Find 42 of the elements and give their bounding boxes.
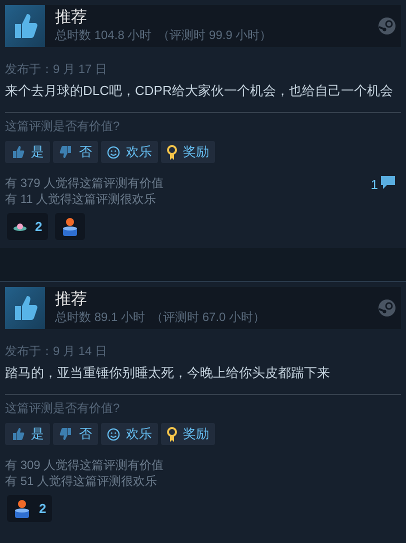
award-ribbon-icon — [167, 426, 177, 442]
speech-bubble-icon — [380, 175, 396, 190]
vote-button[interactable]: 是 — [5, 141, 50, 163]
thumbs-down-icon — [59, 427, 73, 441]
award-chip[interactable] — [55, 213, 86, 240]
vote-button[interactable]: 是 — [5, 423, 50, 445]
comments-link[interactable]: 1 — [370, 175, 396, 207]
smiley-icon — [107, 428, 120, 440]
helpful-question: 这篇评测是否有价值? — [5, 400, 121, 417]
total-hours: 总时数 89.1 小时 — [55, 309, 146, 325]
funny-count: 有 51 人觉得这篇评测很欢乐 — [5, 473, 158, 489]
review-text: 踏马的，亚当重锤你别睡太死，今晚上给你头皮都踹下来 — [5, 364, 331, 382]
vote-button[interactable]: 欢乐 — [101, 141, 158, 163]
helpful-question: 这篇评测是否有价值? — [5, 118, 121, 135]
award-ribbon-icon — [167, 144, 177, 160]
vote-button[interactable]: 奖励 — [161, 423, 215, 445]
award-chip[interactable]: 2 — [7, 213, 48, 240]
vote-button[interactable]: 欢乐 — [101, 423, 158, 445]
review-hours: （评测时 67.0 小时） — [151, 309, 266, 325]
thumbs-down-icon — [59, 145, 73, 159]
vote-button[interactable]: 否 — [53, 141, 98, 163]
smiley-icon — [107, 146, 120, 158]
thumbs-up-icon — [11, 145, 25, 159]
helpful-count: 有 379 人觉得这篇评测有价值 — [5, 175, 164, 191]
funny-count: 有 11 人觉得这篇评测很欢乐 — [5, 191, 158, 207]
post-date: 发布于：9 月 17 日 — [5, 61, 108, 78]
thumbs-up-icon — [12, 12, 38, 40]
award-chip[interactable]: 2 — [7, 495, 52, 522]
vote-button[interactable]: 奖励 — [161, 141, 215, 163]
vote-button[interactable]: 否 — [53, 423, 98, 445]
ufo-icon — [13, 222, 27, 232]
verdict-title: 推荐 — [55, 9, 88, 27]
review-hours: （评测时 99.9 小时） — [158, 27, 272, 43]
thumbs-up-icon — [11, 427, 25, 441]
verdict-title: 推荐 — [55, 291, 88, 309]
total-hours: 总时数 104.8 小时 — [55, 27, 152, 43]
thumbs-up-icon — [12, 294, 38, 322]
review-text: 来个去月球的DLC吧，CDPR给大家伙一个机会，也给自己一个机会 — [5, 82, 394, 100]
steam-icon — [378, 17, 396, 35]
post-date: 发布于：9 月 14 日 — [5, 343, 108, 360]
steam-icon — [378, 299, 396, 317]
helpful-count: 有 309 人觉得这篇评测有价值 — [5, 457, 164, 473]
